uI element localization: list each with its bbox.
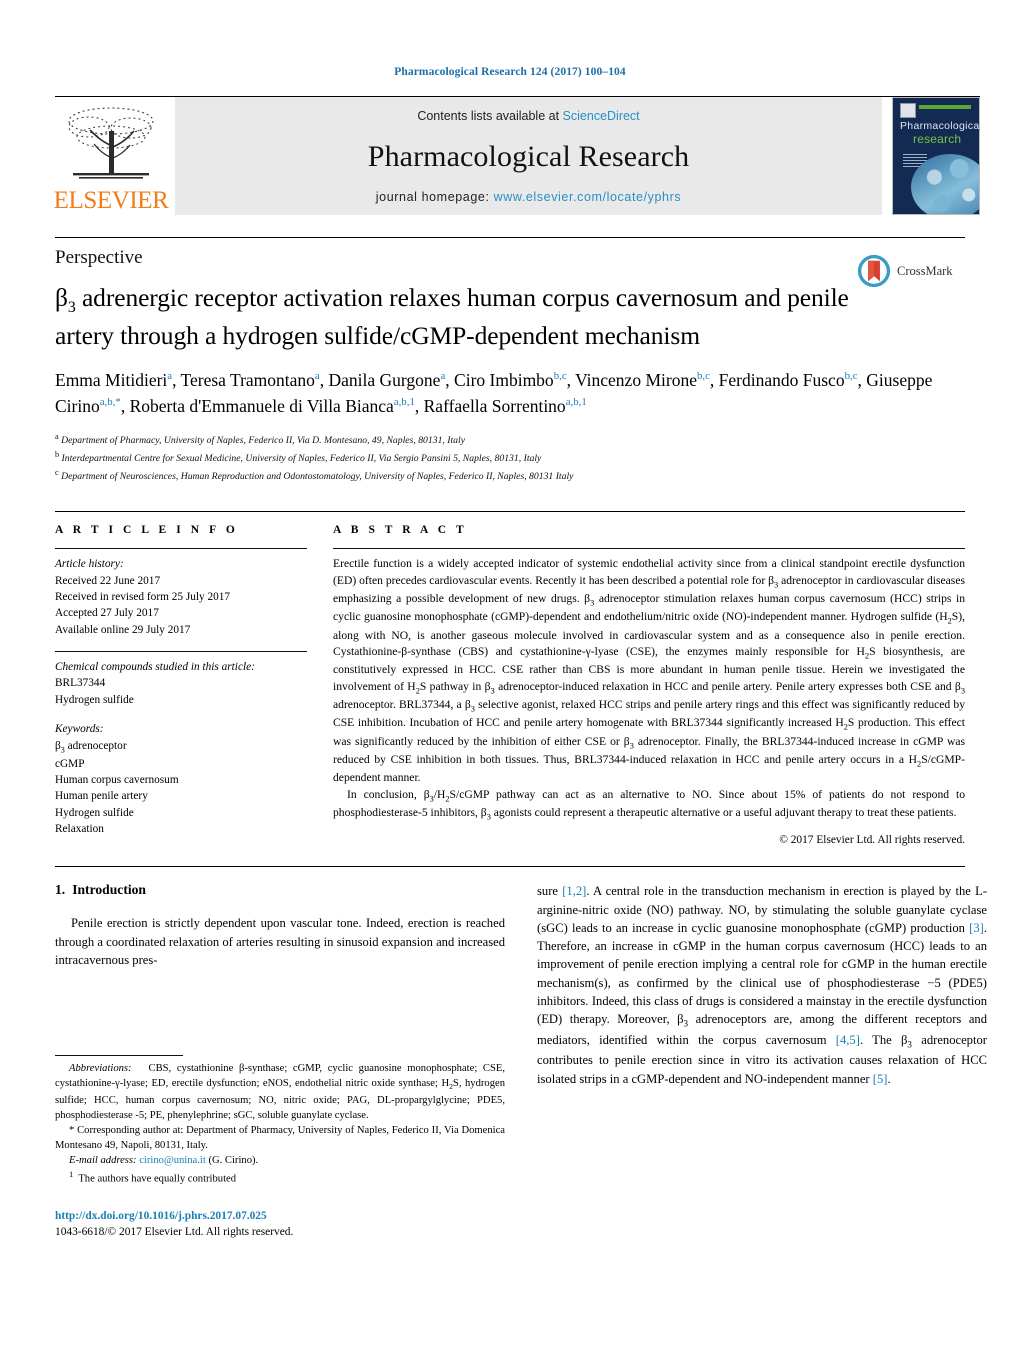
- section-number: 1.: [55, 882, 66, 898]
- crossmark-label: CrossMark: [897, 263, 953, 278]
- equal-contribution-note: 1 The authors have equally contributed: [69, 1169, 237, 1185]
- history-received: Received 22 June 2017: [55, 574, 161, 587]
- compound-item: BRL37344: [55, 677, 106, 690]
- affiliation-text: Department of Neurosciences, Human Repro…: [61, 471, 574, 483]
- paragraph: Penile erection is strictly dependent up…: [55, 916, 505, 967]
- info-abstract-section: A R T I C L E I N F O Article history: R…: [55, 511, 965, 846]
- footnote-block: Abbreviations: CBS, cystathionine β-synt…: [55, 1055, 505, 1187]
- divider: [333, 548, 965, 550]
- keyword-item: Human penile artery: [55, 790, 148, 803]
- abbreviations-note: Abbreviations: CBS, cystathionine β-synt…: [55, 1063, 505, 1121]
- history-accepted: Accepted 27 July 2017: [55, 607, 159, 620]
- keyword-item: Relaxation: [55, 823, 104, 836]
- affiliation-text: Department of Pharmacy, University of Na…: [61, 435, 466, 447]
- doi-link[interactable]: http://dx.doi.org/10.1016/j.phrs.2017.07…: [55, 1208, 555, 1224]
- abstract-column: A B S T R A C T Erectile function is a w…: [325, 524, 965, 846]
- email-note: E-mail address: cirino@unina.it (G. Ciri…: [55, 1153, 505, 1168]
- affiliation-marker: a: [55, 432, 59, 442]
- compounds-label: Chemical compounds studied in this artic…: [55, 661, 255, 673]
- journal-homepage-link[interactable]: www.elsevier.com/locate/yphrs: [494, 190, 682, 204]
- crossmark-badge[interactable]: CrossMark: [857, 254, 965, 288]
- article-history-block: Article history: Received 22 June 2017 R…: [55, 556, 307, 638]
- cover-green-bar: [919, 105, 971, 109]
- footnote-divider: [55, 1055, 183, 1056]
- affiliation-c: c Department of Neurosciences, Human Rep…: [55, 467, 965, 485]
- paragraph: sure [1,2]. A central role in the transd…: [537, 884, 988, 1086]
- abstract-body: Erectile function is a widely accepted i…: [333, 556, 965, 823]
- email-label: E-mail address:: [69, 1155, 137, 1167]
- intro-right-text: sure [1,2]. A central role in the transd…: [537, 882, 987, 1088]
- section-heading-introduction: 1. Introduction: [55, 882, 505, 898]
- chemical-compounds-block: Chemical compounds studied in this artic…: [55, 659, 307, 708]
- cover-logo-badge: [900, 103, 916, 118]
- keyword-item: cGMP: [55, 757, 85, 770]
- contents-prefix: Contents lists available at: [417, 109, 560, 123]
- author-list: Emma Mitidieria, Teresa Tramontanoa, Dan…: [55, 369, 933, 416]
- page-footer: http://dx.doi.org/10.1016/j.phrs.2017.07…: [55, 1208, 555, 1240]
- keywords-block: Keywords: β3 adrenoceptor cGMP Human cor…: [55, 721, 307, 837]
- title-rest: adrenergic receptor activation relaxes h…: [55, 283, 849, 350]
- keyword-item: Hydrogen sulfide: [55, 806, 134, 819]
- keywords-label: Keywords:: [55, 723, 104, 736]
- running-head: Pharmacological Research 124 (2017) 100–…: [394, 66, 626, 78]
- article-header: Perspective CrossMark β3 adrenergic rece…: [55, 237, 965, 485]
- journal-masthead: ELSEVIER Contents lists available at Sci…: [53, 96, 980, 215]
- journal-homepage-line: journal homepage: www.elsevier.com/locat…: [376, 190, 681, 204]
- intro-left-text: Penile erection is strictly dependent up…: [55, 914, 505, 969]
- elsevier-wordmark: ELSEVIER: [53, 187, 169, 214]
- affiliation-marker: b: [55, 450, 60, 460]
- page-title: β3 adrenergic receptor activation relaxe…: [55, 281, 855, 352]
- keyword-item: Human corpus cavernosum: [55, 773, 179, 786]
- journal-cover-thumbnail: Pharmacological research: [892, 97, 980, 215]
- email-link[interactable]: cirino@unina.it: [139, 1155, 206, 1166]
- divider: [55, 548, 307, 550]
- journal-title: Pharmacological Research: [367, 139, 690, 173]
- history-online: Available online 29 July 2017: [55, 623, 191, 636]
- journal-article-page: Pharmacological Research 124 (2017) 100–…: [0, 0, 1020, 1351]
- copyright-line: © 2017 Elsevier Ltd. All rights reserved…: [779, 834, 965, 847]
- article-info-heading: A R T I C L E I N F O: [55, 524, 239, 537]
- abstract-heading: A B S T R A C T: [333, 524, 468, 537]
- compound-item: Hydrogen sulfide: [55, 693, 134, 706]
- affiliation-a: a Department of Pharmacy, University of …: [55, 431, 965, 449]
- article-type-label: Perspective: [55, 247, 143, 268]
- body-right-column: sure [1,2]. A central role in the transd…: [537, 882, 987, 1088]
- corresponding-author-note: * Corresponding author at: Department of…: [55, 1125, 505, 1152]
- keyword-item: β3 adrenoceptor: [55, 739, 127, 754]
- history-revised: Received in revised form 25 July 2017: [55, 590, 231, 603]
- article-history-label: Article history:: [55, 558, 124, 571]
- title-subscript: 3: [67, 299, 76, 317]
- issn-copyright-line: 1043-6618/© 2017 Elsevier Ltd. All right…: [55, 1226, 294, 1239]
- contents-banner: Contents lists available at ScienceDirec…: [175, 97, 882, 215]
- footnote-text: Abbreviations: CBS, cystathionine β-synt…: [55, 1061, 505, 1187]
- contents-line: Contents lists available at ScienceDirec…: [417, 109, 639, 123]
- elsevier-logo: ELSEVIER: [53, 97, 169, 215]
- article-info-column: A R T I C L E I N F O Article history: R…: [55, 524, 325, 846]
- elsevier-tree-icon: [68, 107, 154, 179]
- cover-title-line1: Pharmacological: [900, 120, 980, 132]
- cover-title-line2: research: [913, 132, 962, 146]
- homepage-prefix: journal homepage:: [375, 190, 490, 204]
- affiliation-text: Interdepartmental Centre for Sexual Medi…: [61, 453, 542, 465]
- affiliation-list: a Department of Pharmacy, University of …: [55, 431, 965, 485]
- abstract-paragraph-1: Erectile function is a widely accepted i…: [333, 557, 966, 785]
- affiliation-marker: c: [55, 468, 59, 478]
- affiliation-b: b Interdepartmental Centre for Sexual Me…: [55, 449, 965, 467]
- section-title: Introduction: [72, 882, 146, 898]
- sciencedirect-link[interactable]: ScienceDirect: [563, 109, 640, 123]
- email-suffix: (G. Cirino).: [208, 1155, 259, 1167]
- crossmark-icon: [857, 254, 891, 288]
- cover-artwork: [911, 154, 979, 214]
- divider: [55, 651, 307, 652]
- abstract-paragraph-2: In conclusion, β3/H2S/cGMP pathway can a…: [333, 787, 966, 822]
- title-beta: β: [55, 283, 68, 312]
